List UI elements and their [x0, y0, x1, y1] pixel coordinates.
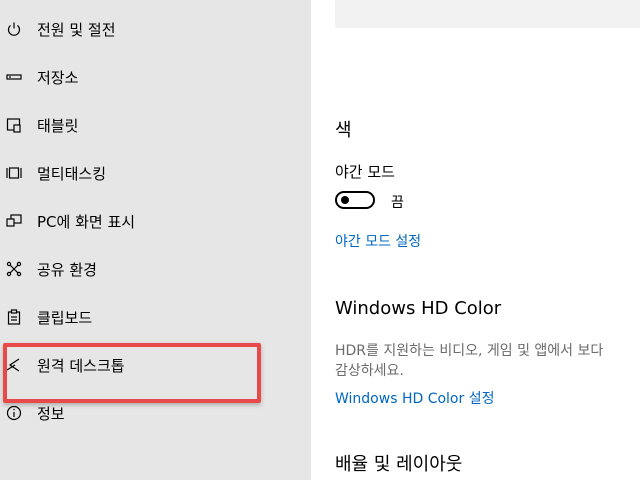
sidebar-item-label: 공유 환경	[37, 260, 97, 279]
sidebar-item-clipboard[interactable]: 클립보드	[0, 293, 311, 341]
night-mode-state: 끔	[391, 195, 404, 211]
hd-color-description-line2: 감상하세요.	[335, 363, 404, 379]
settings-content: 색 야간 모드 끔 야간 모드 설정 Windows HD Color HDR를…	[311, 0, 640, 480]
sidebar-item-label: 클립보드	[37, 308, 93, 327]
night-mode-settings-link[interactable]: 야간 모드 설정	[335, 231, 421, 251]
hd-color-section-title: Windows HD Color	[335, 298, 502, 319]
night-mode-toggle[interactable]	[335, 191, 375, 209]
sidebar-item-power[interactable]: 전원 및 절전	[0, 5, 311, 53]
top-panel	[335, 0, 640, 28]
toggle-knob	[341, 196, 349, 204]
sidebar-item-tablet[interactable]: 태블릿	[0, 101, 311, 149]
sidebar-item-multitasking[interactable]: 멀티태스킹	[0, 149, 311, 197]
color-section-title: 색	[335, 120, 352, 141]
multitasking-icon	[5, 164, 23, 182]
sidebar-item-label: 태블릿	[37, 116, 79, 135]
sidebar-item-storage[interactable]: 저장소	[0, 53, 311, 101]
info-icon	[5, 404, 23, 422]
storage-icon	[5, 68, 23, 86]
tablet-icon	[5, 116, 23, 134]
scale-layout-section-title: 배율 및 레이아웃	[335, 454, 463, 475]
sidebar-item-label: 전원 및 절전	[37, 20, 116, 39]
sidebar-item-label: 원격 데스크톱	[37, 356, 125, 375]
sidebar-item-shared-experiences[interactable]: 공유 환경	[0, 245, 311, 293]
hd-color-description-line1: HDR를 지원하는 비디오, 게임 및 앱에서 보다	[335, 343, 604, 359]
sidebar-item-about[interactable]: 정보	[0, 389, 311, 437]
sidebar-item-label: PC에 화면 표시	[37, 212, 136, 231]
power-icon	[5, 20, 23, 38]
sidebar-item-remote-desktop[interactable]: 원격 데스크톱	[0, 341, 311, 389]
sidebar-item-project[interactable]: PC에 화면 표시	[0, 197, 311, 245]
night-mode-label: 야간 모드	[335, 163, 395, 181]
remote-desktop-icon	[5, 356, 23, 374]
settings-sidebar: 전원 및 절전 저장소 태블릿 멀티태스킹 PC에 화면 표시 공유 환경 클립…	[0, 0, 311, 480]
hd-color-settings-link[interactable]: Windows HD Color 설정	[335, 388, 494, 408]
sidebar-item-label: 저장소	[37, 68, 79, 87]
sidebar-item-label: 멀티태스킹	[37, 164, 107, 183]
sidebar-item-label: 정보	[37, 404, 65, 423]
shared-experiences-icon	[5, 260, 23, 278]
clipboard-icon	[5, 308, 23, 326]
project-icon	[5, 212, 23, 230]
